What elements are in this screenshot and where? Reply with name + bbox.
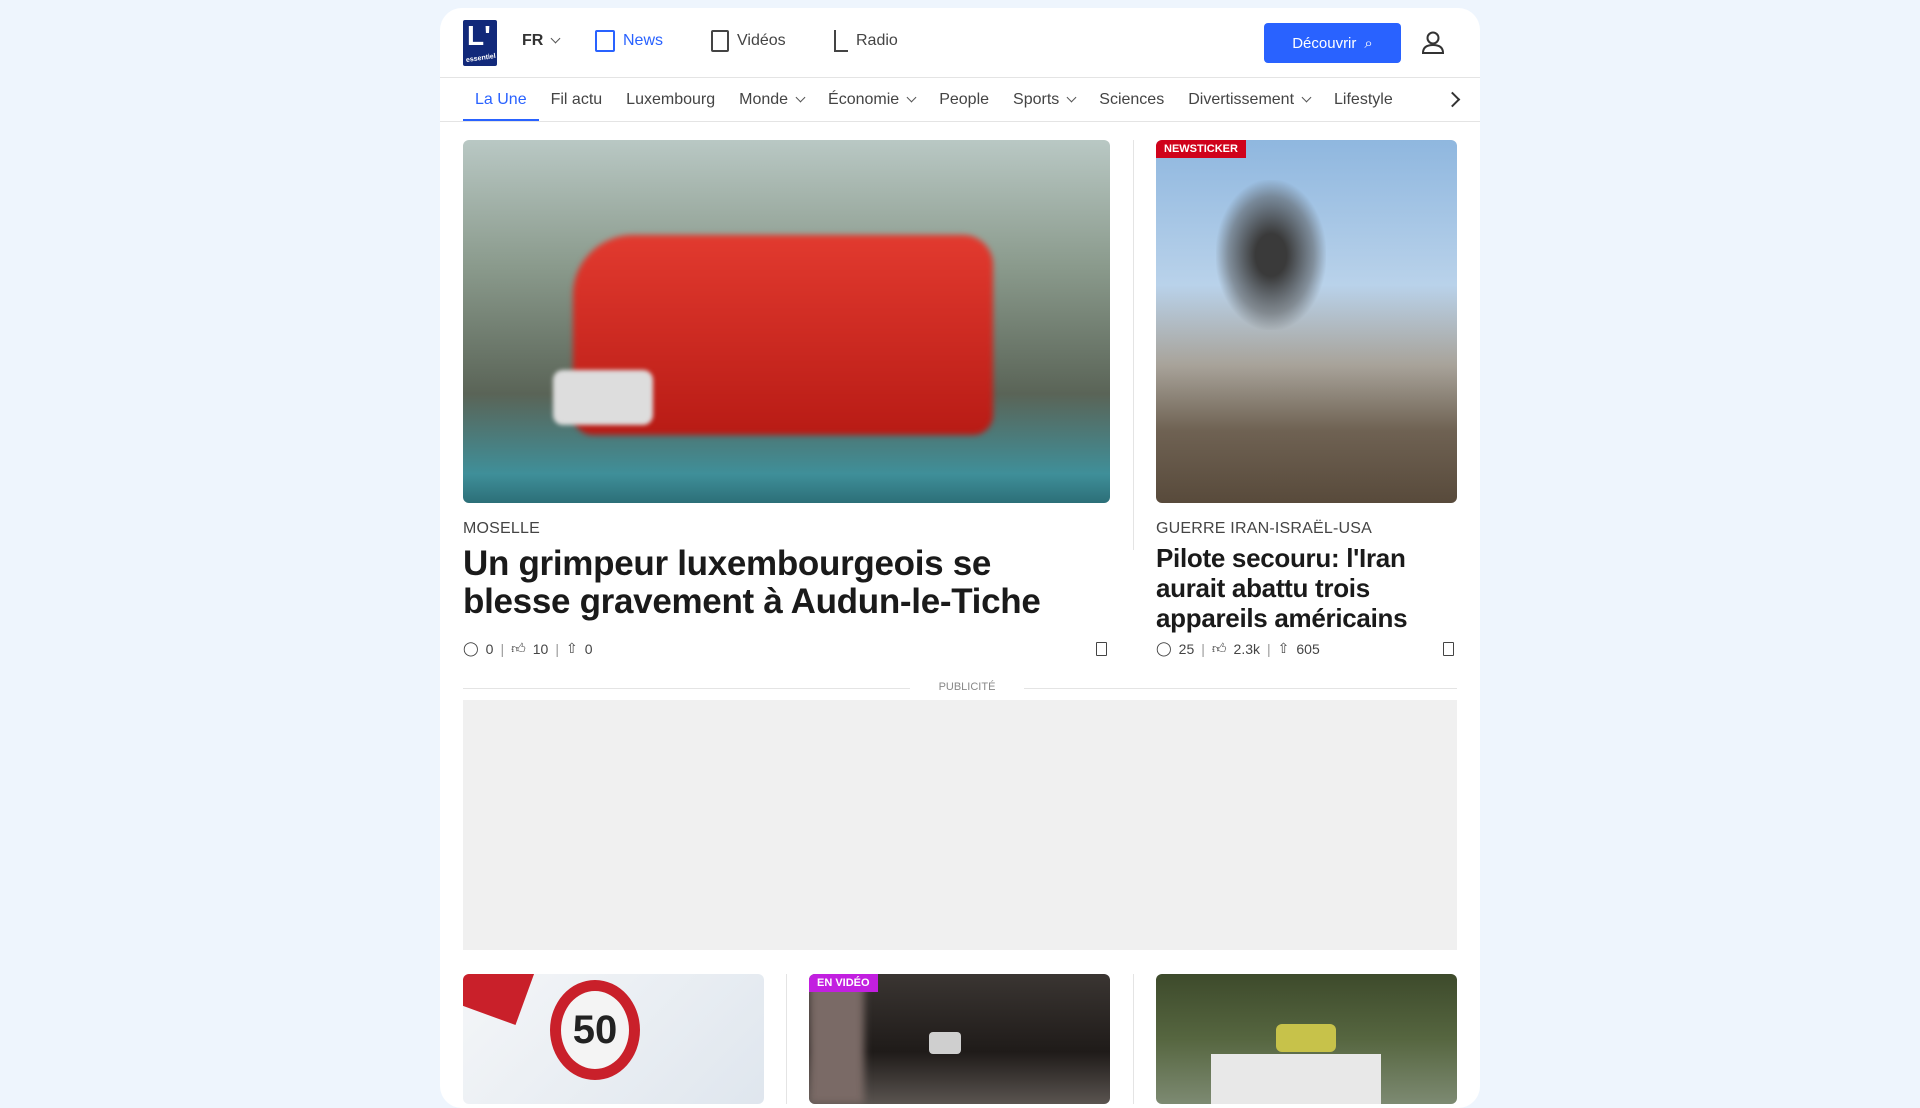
tab-la-une[interactable]: La Une bbox=[463, 78, 539, 121]
side-article-category[interactable]: GUERRE IRAN-ISRAËL-USA bbox=[1156, 520, 1372, 538]
share-icon: ⇧ bbox=[565, 640, 578, 656]
scroll-right-button[interactable] bbox=[1420, 78, 1480, 121]
nav-radio-label: Radio bbox=[856, 32, 898, 49]
smoke-shape bbox=[1216, 180, 1326, 330]
article-image-police[interactable] bbox=[1156, 974, 1457, 1104]
ad-label: PUBLICITÉ bbox=[910, 681, 1024, 693]
play-icon bbox=[711, 30, 729, 52]
category-nav: La Une Fil actu Luxembourg Monde Économi… bbox=[440, 78, 1480, 122]
share-count: 605 bbox=[1296, 640, 1320, 657]
tab-luxembourg[interactable]: Luxembourg bbox=[614, 78, 727, 121]
tab-sports[interactable]: Sports bbox=[1001, 78, 1087, 121]
chevron-down-icon bbox=[1301, 92, 1312, 102]
like-count: 2.3k bbox=[1233, 640, 1260, 657]
bookmark-icon[interactable] bbox=[1096, 642, 1107, 656]
car-shape bbox=[929, 1032, 961, 1054]
tab-people[interactable]: People bbox=[927, 78, 1001, 121]
radio-icon bbox=[834, 30, 848, 52]
nav-videos[interactable]: Vidéos bbox=[711, 30, 786, 52]
main-article-title[interactable]: Un grimpeur luxembourgeois se blesse gra… bbox=[463, 545, 1103, 621]
share-icon: ⇧ bbox=[1277, 640, 1290, 656]
tab-sciences[interactable]: Sciences bbox=[1087, 78, 1176, 121]
comment-icon: ◯ bbox=[1156, 640, 1172, 656]
user-icon[interactable] bbox=[1418, 28, 1448, 58]
thumbs-up-icon: 👍︎ bbox=[1211, 640, 1227, 656]
nav-videos-label: Vidéos bbox=[737, 32, 786, 49]
language-selector[interactable]: FR bbox=[522, 32, 561, 50]
side-article-stats: ◯ 25 | 👍︎ 2.3k | ⇧ 605 bbox=[1156, 640, 1320, 657]
side-article-title[interactable]: Pilote secouru: l'Iran aurait abattu tro… bbox=[1156, 543, 1456, 633]
article-image-video[interactable]: EN VIDÉO bbox=[809, 974, 1110, 1104]
tab-economie[interactable]: Économie bbox=[816, 78, 927, 121]
speed-sign: 50 bbox=[550, 980, 640, 1080]
like-count: 10 bbox=[532, 640, 549, 657]
divider bbox=[786, 974, 787, 1104]
tent-shape bbox=[1211, 1054, 1381, 1104]
thumbs-up-icon: 👍︎ bbox=[511, 640, 526, 656]
header: L' essentiel FR News Vidéos Radio Découvr… bbox=[440, 8, 1480, 78]
chevron-down-icon bbox=[795, 92, 806, 102]
tab-label: Économie bbox=[828, 90, 900, 108]
article-image-speed-sign[interactable]: 50 bbox=[463, 974, 764, 1104]
truck-front bbox=[553, 370, 653, 425]
blur-edge bbox=[809, 974, 864, 1104]
ad-slot[interactable] bbox=[463, 700, 1457, 950]
tab-lifestyle[interactable]: Lifestyle bbox=[1322, 78, 1405, 121]
tab-monde[interactable]: Monde bbox=[727, 78, 816, 121]
comment-count: 25 bbox=[1178, 640, 1195, 657]
chevron-down-icon bbox=[1066, 92, 1077, 102]
comment-icon: ◯ bbox=[463, 640, 479, 656]
side-article-image[interactable]: NEWSTICKER bbox=[1156, 140, 1457, 503]
tab-fil-actu[interactable]: Fil actu bbox=[539, 78, 615, 121]
warning-sign bbox=[463, 974, 536, 1026]
lang-label: FR bbox=[522, 32, 544, 49]
logo[interactable]: L' essentiel bbox=[463, 20, 497, 66]
nav-news[interactable]: News bbox=[595, 30, 663, 52]
divider bbox=[1133, 140, 1134, 550]
video-badge: EN VIDÉO bbox=[809, 974, 878, 992]
newspaper-icon bbox=[595, 30, 615, 52]
main-article-image[interactable] bbox=[463, 140, 1110, 503]
chevron-right-icon bbox=[1444, 91, 1461, 108]
police-car bbox=[1276, 1024, 1336, 1052]
discover-label: Découvrir bbox=[1292, 34, 1357, 52]
search-list-icon: ⌕ bbox=[1364, 34, 1373, 52]
discover-button[interactable]: Découvrir ⌕ bbox=[1264, 23, 1401, 63]
tab-divertissement[interactable]: Divertissement bbox=[1176, 78, 1322, 121]
tab-label: Monde bbox=[739, 90, 789, 108]
comment-count: 0 bbox=[485, 640, 494, 657]
nav-radio[interactable]: Radio bbox=[834, 30, 898, 52]
share-count: 0 bbox=[584, 640, 593, 657]
chevron-down-icon bbox=[906, 92, 917, 102]
chevron-down-icon bbox=[550, 33, 561, 44]
nav-news-label: News bbox=[623, 32, 664, 49]
tab-label: Sports bbox=[1013, 90, 1060, 108]
page-card: L' essentiel FR News Vidéos Radio Découvr… bbox=[440, 8, 1480, 1108]
divider bbox=[1133, 974, 1134, 1104]
main-article-stats: ◯ 0 | 👍︎ 10 | ⇧ 0 bbox=[463, 640, 593, 657]
newsticker-badge: NEWSTICKER bbox=[1156, 140, 1246, 158]
tab-label: Divertissement bbox=[1188, 90, 1295, 108]
main-article-category[interactable]: MOSELLE bbox=[463, 520, 540, 538]
bookmark-icon[interactable] bbox=[1443, 642, 1454, 656]
